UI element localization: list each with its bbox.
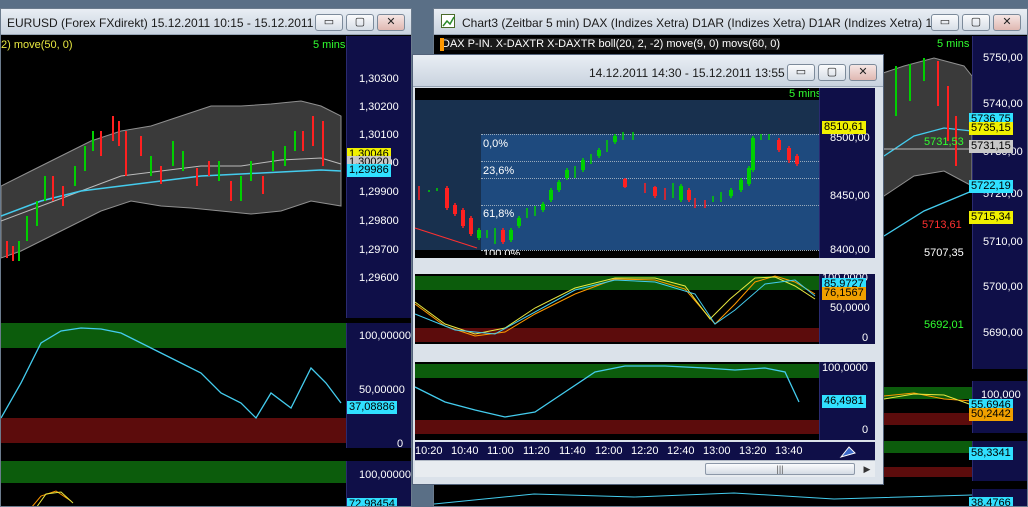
intraday-oscillator-1[interactable]	[414, 274, 819, 344]
intraday-price-plot[interactable]: 0,0% 23,6% 61,8% 100,0% 5 mins	[414, 88, 822, 258]
chart3-title-bar[interactable]: Chart3 (Zeitbar 5 min) DAX (Indizes Xetr…	[434, 9, 1027, 35]
dax-osc3-axis: 38,4766	[969, 489, 1027, 506]
eurusd-window-title: EURUSD (Forex FXdirekt) 15.12.2011 10:15…	[7, 16, 334, 30]
intraday-title-bar[interactable]: 14.12.2011 14:30 - 15.12.2011 13:55 ▭ ▢ …	[413, 55, 883, 87]
dax-osc2-axis: 58,3341	[969, 441, 1027, 481]
price-tag: 1,29986	[347, 164, 391, 177]
last-price-tag: 8510,61	[822, 121, 866, 134]
eurusd-osc1-axis: 100,00000 50,00000 0 37,08886	[346, 323, 411, 450]
eurusd-oscillator-2[interactable]	[1, 461, 346, 506]
dax-osc1-axis: 100,000 55,6946 50,2442	[969, 381, 1027, 433]
maximize-button[interactable]: ▢	[346, 14, 374, 31]
intraday-osc2-axis: 100,0000 0 46,4981	[819, 362, 875, 440]
intraday-price-axis[interactable]: 8500,00 8450,00 8400,00 8510,61	[819, 88, 875, 258]
dax-timeframe: 5 mins	[937, 38, 970, 50]
dax-indicator-label: DAX P-IN. X-DAXTR X-DAXTR boll(20, 2, -2…	[442, 38, 781, 50]
minimize-button[interactable]: ▭	[931, 14, 959, 31]
minimize-button[interactable]: ▭	[787, 64, 815, 81]
eurusd-indicator-label: 2) move(50, 0)	[1, 39, 73, 51]
eurusd-chart-window: EURUSD (Forex FXdirekt) 15.12.2011 10:15…	[0, 8, 412, 507]
eurusd-price-svg	[1, 100, 342, 261]
maximize-button[interactable]: ▢	[962, 14, 990, 31]
minimize-button[interactable]: ▭	[315, 14, 343, 31]
dax-oscillator-3[interactable]	[434, 489, 973, 506]
intraday-chart-window: 14.12.2011 14:30 - 15.12.2011 13:55 ▭ ▢ …	[412, 54, 884, 485]
close-button[interactable]: ✕	[993, 14, 1021, 31]
dax-price-axis[interactable]: 5750,00 5740,00 5730,00 5720,00 5710,00 …	[969, 36, 1027, 369]
intraday-window-title: 14.12.2011 14:30 - 15.12.2011 13:55	[589, 66, 785, 80]
scroll-right-arrow[interactable]: ▶	[861, 463, 873, 475]
close-button[interactable]: ✕	[377, 14, 405, 31]
horizontal-scrollbar[interactable]: ||| ▶	[415, 460, 875, 477]
eurusd-osc2-axis: 100,00000 72,98454	[346, 461, 411, 506]
scrollbar-thumb[interactable]: |||	[705, 463, 855, 475]
chart-icon	[441, 14, 455, 28]
chart3-window-title: Chart3 (Zeitbar 5 min) DAX (Indizes Xetr…	[462, 16, 949, 30]
pan-icon[interactable]	[839, 443, 857, 459]
eurusd-oscillator-1[interactable]	[1, 323, 346, 448]
eurusd-price-axis[interactable]: 1,30300 1,30200 1,30100 1,30000 1,29900 …	[346, 36, 411, 318]
intraday-timeframe: 5 mins	[789, 88, 822, 100]
intraday-oscillator-2[interactable]	[414, 362, 819, 440]
eurusd-price-plot[interactable]: 2) move(50, 0) 5 mins	[1, 36, 346, 318]
maximize-button[interactable]: ▢	[818, 64, 846, 81]
close-button[interactable]: ✕	[849, 64, 877, 81]
intraday-osc1-axis: 100,0000 50,0000 0 85,9727 76,1567	[819, 272, 875, 344]
eurusd-title-bar[interactable]: EURUSD (Forex FXdirekt) 15.12.2011 10:15…	[1, 9, 411, 35]
intraday-time-axis[interactable]: 10:20 10:40 11:00 11:20 11:40 12:00 12:2…	[415, 442, 875, 460]
eurusd-timeframe: 5 mins	[313, 39, 346, 51]
